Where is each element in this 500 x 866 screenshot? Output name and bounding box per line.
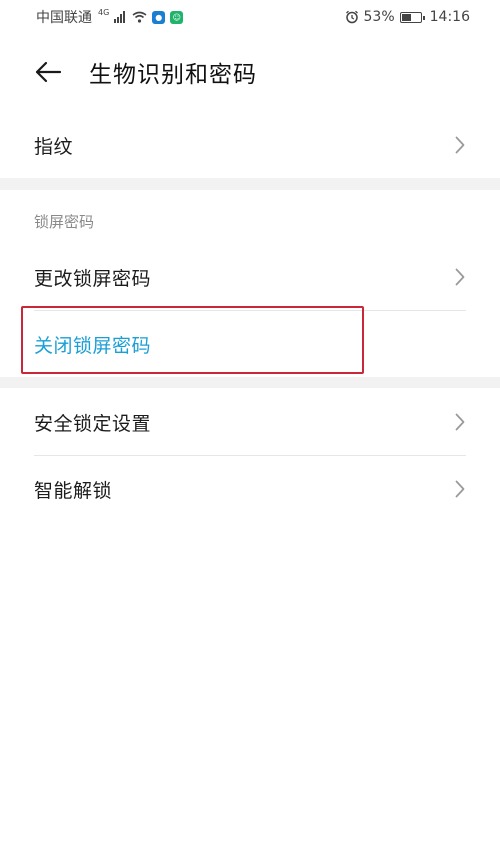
disable-password-label: 关闭锁屏密码	[34, 334, 152, 357]
chevron-right-icon	[454, 267, 466, 287]
section-header-lockscreen: 锁屏密码	[34, 213, 95, 231]
section-gap	[0, 178, 500, 190]
clock: 14:16	[429, 9, 470, 25]
chevron-right-icon	[454, 479, 466, 499]
back-button[interactable]	[29, 53, 67, 91]
security-lock-settings-item[interactable]: 安全锁定设置	[0, 389, 500, 455]
alarm-icon	[345, 10, 358, 24]
notification-app-icon: ●	[152, 10, 166, 24]
status-right: 53% 14:16	[345, 9, 470, 25]
network-type: 4G	[98, 7, 110, 17]
wifi-icon	[132, 11, 147, 23]
page-title: 生物识别和密码	[89, 62, 257, 88]
change-password-label: 更改锁屏密码	[34, 267, 152, 290]
smart-unlock-label: 智能解锁	[34, 479, 113, 502]
status-left: 中国联通 4G ● ☺	[36, 7, 184, 27]
status-bar: 中国联通 4G ● ☺ 53% 14:16	[0, 0, 500, 34]
section-gap	[0, 377, 500, 388]
fingerprint-label: 指纹	[34, 135, 74, 158]
chevron-right-icon	[454, 135, 466, 155]
battery-icon	[399, 11, 425, 23]
disable-lockscreen-password-item[interactable]: 关闭锁屏密码	[0, 311, 500, 377]
notification-app-icon-2: ☺	[170, 10, 184, 24]
smart-unlock-item[interactable]: 智能解锁	[0, 456, 500, 522]
security-lock-label: 安全锁定设置	[34, 412, 152, 435]
fingerprint-item[interactable]: 指纹	[0, 112, 500, 178]
change-lockscreen-password-item[interactable]: 更改锁屏密码	[0, 244, 500, 310]
chevron-right-icon	[454, 412, 466, 432]
signal-icon	[114, 11, 126, 23]
app-header: 生物识别和密码	[0, 34, 500, 110]
back-arrow-icon	[35, 61, 62, 83]
settings-screen: 中国联通 4G ● ☺ 53% 14:16 生物识别和密码 指纹 锁屏密码 更改…	[0, 0, 500, 866]
battery-percent: 53%	[363, 9, 395, 25]
carrier-name: 中国联通	[36, 10, 92, 26]
